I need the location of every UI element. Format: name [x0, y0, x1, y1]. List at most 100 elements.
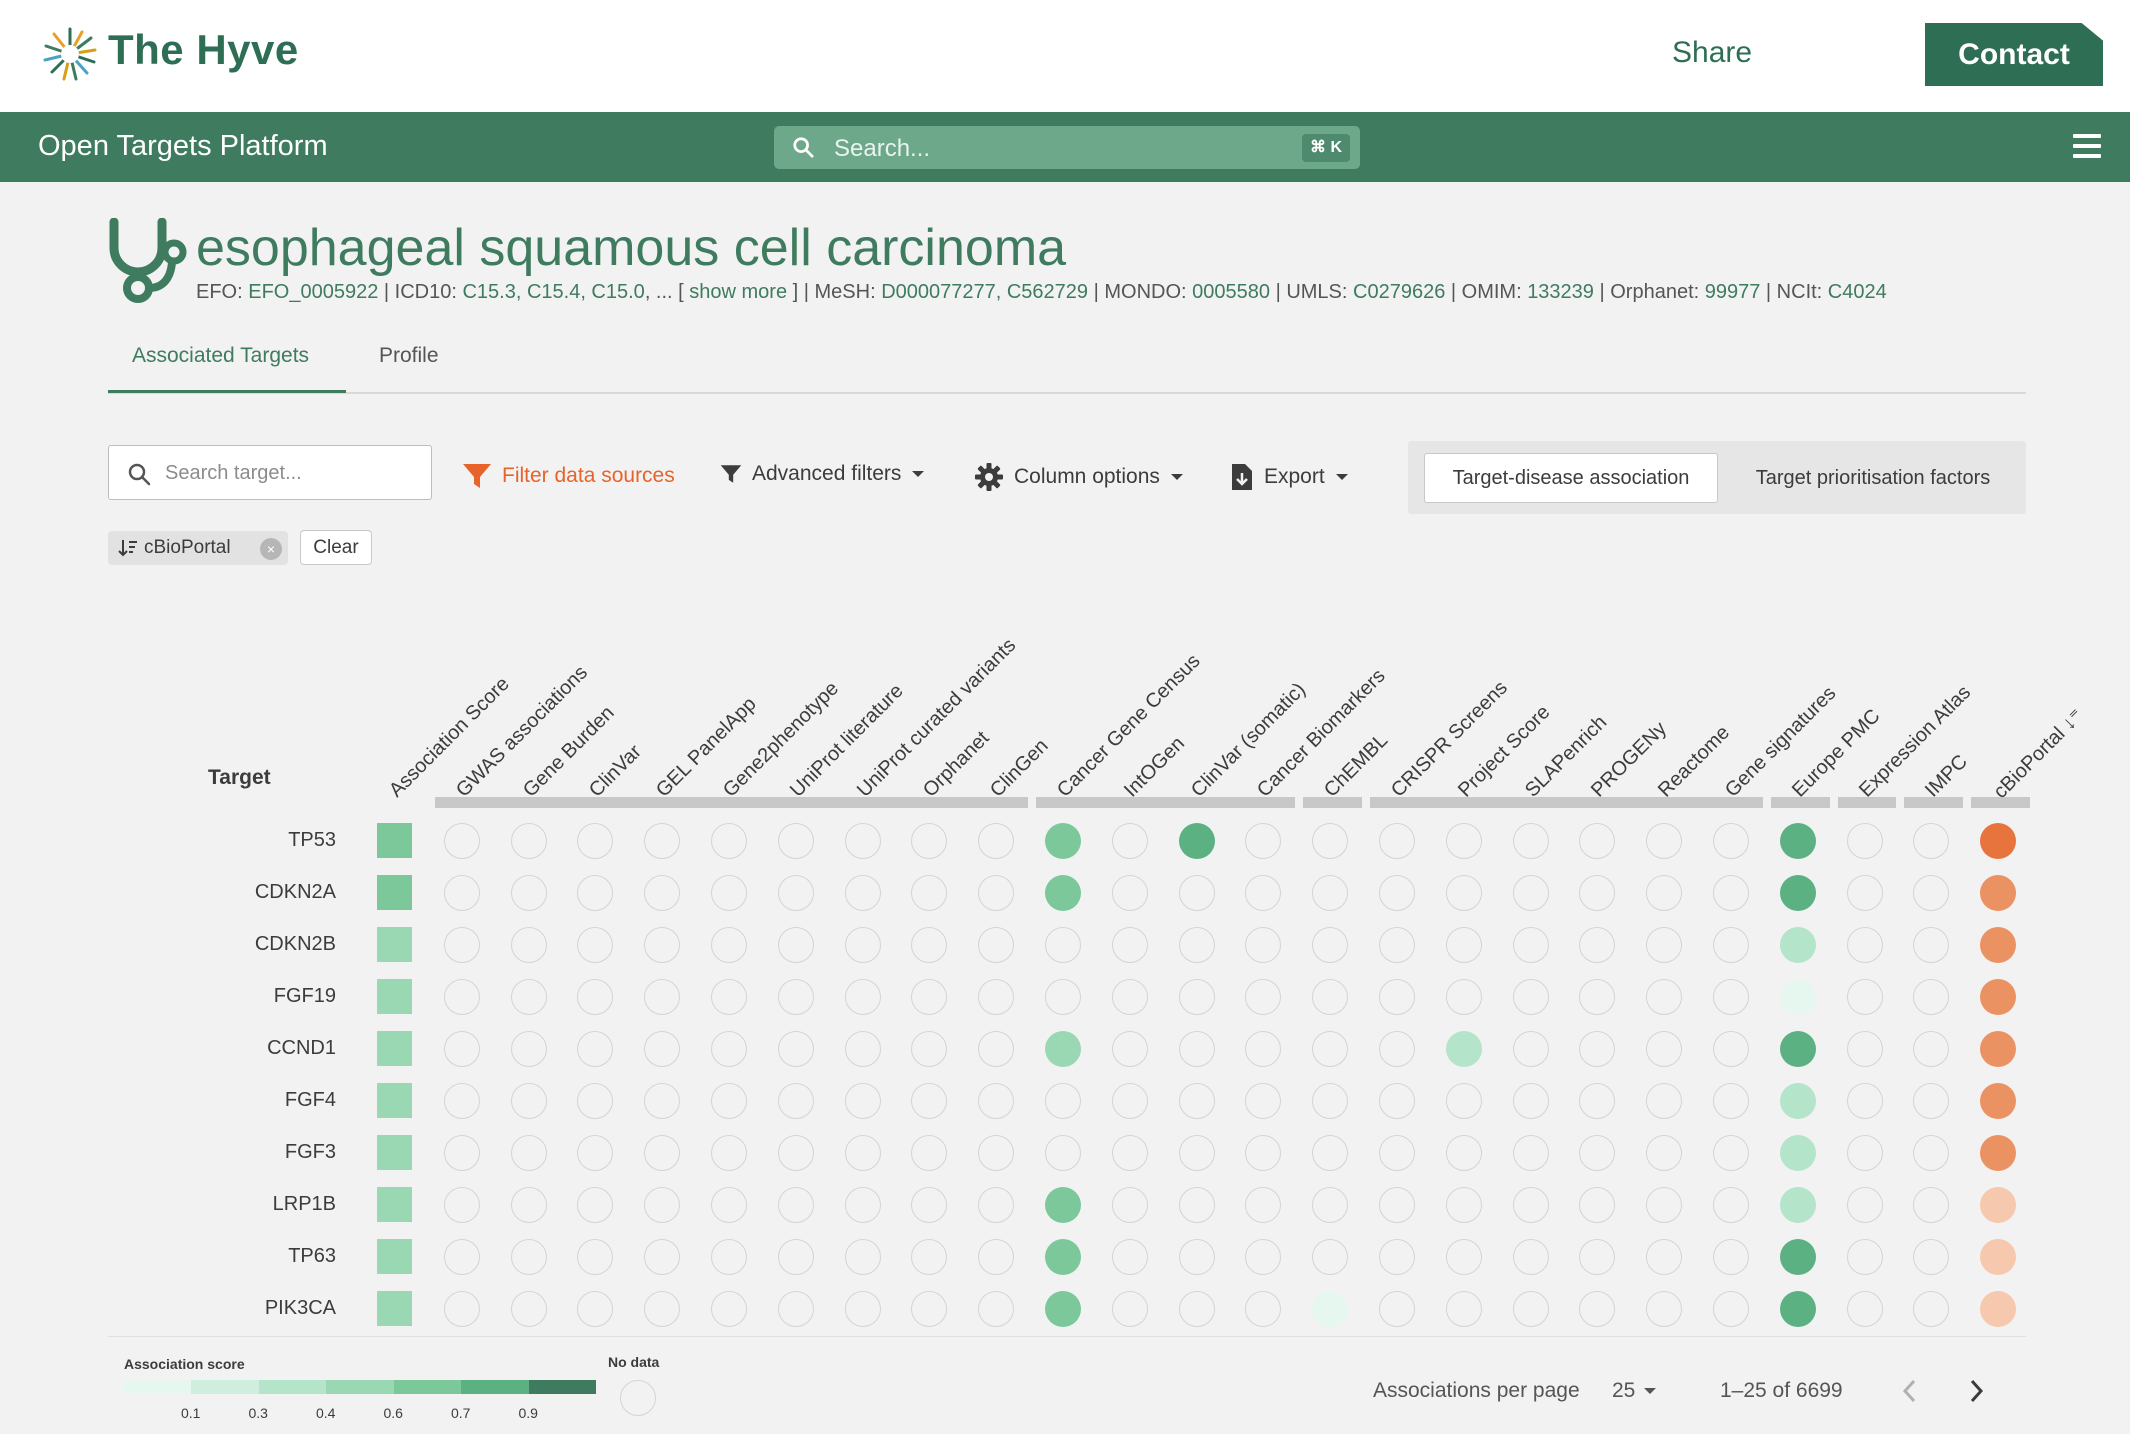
datasource-score-cell[interactable] — [1312, 979, 1349, 1015]
datasource-score-cell[interactable] — [443, 1239, 480, 1275]
datasource-score-cell[interactable] — [644, 1187, 681, 1223]
datasource-score-cell[interactable] — [711, 823, 747, 859]
datasource-score-cell[interactable] — [1312, 1187, 1349, 1223]
target-link[interactable]: CDKN2B — [206, 933, 336, 956]
export-button[interactable]: Export — [1230, 462, 1349, 492]
datasource-score-cell[interactable] — [510, 927, 547, 963]
datasource-score-cell[interactable] — [1779, 1083, 1816, 1119]
datasource-score-cell[interactable] — [1512, 1239, 1549, 1275]
datasource-score-cell[interactable] — [844, 1187, 881, 1223]
datasource-score-cell[interactable] — [1846, 875, 1883, 911]
datasource-score-cell[interactable] — [644, 1135, 681, 1171]
datasource-score-cell[interactable] — [1779, 979, 1816, 1015]
datasource-score-cell[interactable] — [644, 875, 681, 911]
datasource-score-cell[interactable] — [1312, 1031, 1349, 1067]
association-score-cell[interactable] — [377, 823, 412, 858]
datasource-score-cell[interactable] — [443, 1031, 480, 1067]
association-score-cell[interactable] — [377, 979, 412, 1014]
datasource-score-cell[interactable] — [777, 927, 814, 963]
datasource-score-cell[interactable] — [1245, 1187, 1282, 1223]
datasource-score-cell[interactable] — [577, 927, 614, 963]
datasource-score-cell[interactable] — [1178, 1187, 1215, 1223]
datasource-score-cell[interactable] — [443, 875, 480, 911]
datasource-score-cell[interactable] — [1579, 1083, 1616, 1119]
datasource-score-cell[interactable] — [1779, 823, 1816, 859]
datasource-score-cell[interactable] — [1178, 823, 1215, 859]
hamburger-menu-icon[interactable] — [2073, 134, 2101, 158]
datasource-score-cell[interactable] — [1178, 927, 1215, 963]
datasource-score-cell[interactable] — [510, 1187, 547, 1223]
datasource-score-cell[interactable] — [1111, 1291, 1148, 1327]
datasource-score-cell[interactable] — [1846, 979, 1883, 1015]
xref-link[interactable]: 99977 — [1705, 281, 1761, 303]
datasource-score-cell[interactable] — [1713, 979, 1749, 1015]
datasource-score-cell[interactable] — [1045, 979, 1081, 1015]
datasource-score-cell[interactable] — [1178, 1083, 1215, 1119]
datasource-score-cell[interactable] — [1913, 1291, 1950, 1327]
datasource-score-cell[interactable] — [1980, 1031, 2017, 1067]
datasource-score-cell[interactable] — [1045, 823, 1081, 859]
datasource-score-cell[interactable] — [711, 875, 747, 911]
datasource-score-cell[interactable] — [1779, 1187, 1816, 1223]
datasource-score-cell[interactable] — [644, 1031, 681, 1067]
datasource-score-cell[interactable] — [911, 1083, 948, 1119]
datasource-score-cell[interactable] — [1980, 1083, 2017, 1119]
datasource-score-cell[interactable] — [1579, 1031, 1616, 1067]
datasource-score-cell[interactable] — [777, 1135, 814, 1171]
datasource-score-cell[interactable] — [1579, 823, 1616, 859]
datasource-score-cell[interactable] — [1111, 875, 1148, 911]
datasource-score-cell[interactable] — [1846, 1291, 1883, 1327]
datasource-score-cell[interactable] — [911, 1135, 948, 1171]
datasource-score-cell[interactable] — [777, 1291, 814, 1327]
xref-link[interactable]: show more — [689, 281, 787, 303]
datasource-score-cell[interactable] — [1379, 1135, 1415, 1171]
datasource-score-cell[interactable] — [1178, 979, 1215, 1015]
datasource-score-cell[interactable] — [1913, 823, 1950, 859]
column-header[interactable]: Gene signatures — [1721, 682, 1841, 802]
datasource-score-cell[interactable] — [1713, 1187, 1749, 1223]
datasource-score-cell[interactable] — [844, 1135, 881, 1171]
datasource-score-cell[interactable] — [577, 823, 614, 859]
datasource-score-cell[interactable] — [1913, 979, 1950, 1015]
datasource-score-cell[interactable] — [1846, 1031, 1883, 1067]
datasource-score-cell[interactable] — [1980, 1239, 2017, 1275]
datasource-score-cell[interactable] — [1579, 1135, 1616, 1171]
datasource-score-cell[interactable] — [844, 979, 881, 1015]
datasource-score-cell[interactable] — [1312, 1291, 1349, 1327]
association-score-cell[interactable] — [377, 1031, 412, 1066]
datasource-score-cell[interactable] — [1178, 1239, 1215, 1275]
column-header[interactable]: Association Score — [385, 673, 514, 802]
brand-name[interactable]: The Hyve — [108, 26, 299, 74]
datasource-score-cell[interactable] — [777, 1083, 814, 1119]
column-header[interactable]: IntOGen — [1120, 733, 1190, 803]
datasource-score-cell[interactable] — [1379, 1291, 1415, 1327]
datasource-score-cell[interactable] — [1913, 1135, 1950, 1171]
association-score-cell[interactable] — [377, 1135, 412, 1170]
datasource-score-cell[interactable] — [1846, 1083, 1883, 1119]
datasource-score-cell[interactable] — [844, 1239, 881, 1275]
datasource-score-cell[interactable] — [711, 1291, 747, 1327]
datasource-score-cell[interactable] — [844, 1291, 881, 1327]
datasource-score-cell[interactable] — [1111, 1135, 1148, 1171]
global-search-input[interactable]: Search... ⌘ K — [774, 126, 1360, 169]
datasource-score-cell[interactable] — [777, 1187, 814, 1223]
datasource-score-cell[interactable] — [1312, 1135, 1349, 1171]
datasource-score-cell[interactable] — [911, 1239, 948, 1275]
datasource-score-cell[interactable] — [1379, 927, 1415, 963]
datasource-score-cell[interactable] — [1045, 1187, 1081, 1223]
datasource-score-cell[interactable] — [1913, 1187, 1950, 1223]
column-header[interactable]: Cancer Biomarkers — [1253, 665, 1390, 802]
datasource-score-cell[interactable] — [1111, 1187, 1148, 1223]
datasource-score-cell[interactable] — [711, 1187, 747, 1223]
datasource-score-cell[interactable] — [644, 1083, 681, 1119]
datasource-score-cell[interactable] — [1980, 1187, 2017, 1223]
datasource-score-cell[interactable] — [1579, 927, 1616, 963]
datasource-score-cell[interactable] — [443, 1135, 480, 1171]
datasource-score-cell[interactable] — [1913, 1239, 1950, 1275]
datasource-score-cell[interactable] — [1379, 1187, 1415, 1223]
clear-button[interactable]: Clear — [300, 530, 372, 565]
datasource-score-cell[interactable] — [1178, 875, 1215, 911]
datasource-score-cell[interactable] — [844, 1031, 881, 1067]
datasource-score-cell[interactable] — [510, 875, 547, 911]
datasource-score-cell[interactable] — [1379, 979, 1415, 1015]
